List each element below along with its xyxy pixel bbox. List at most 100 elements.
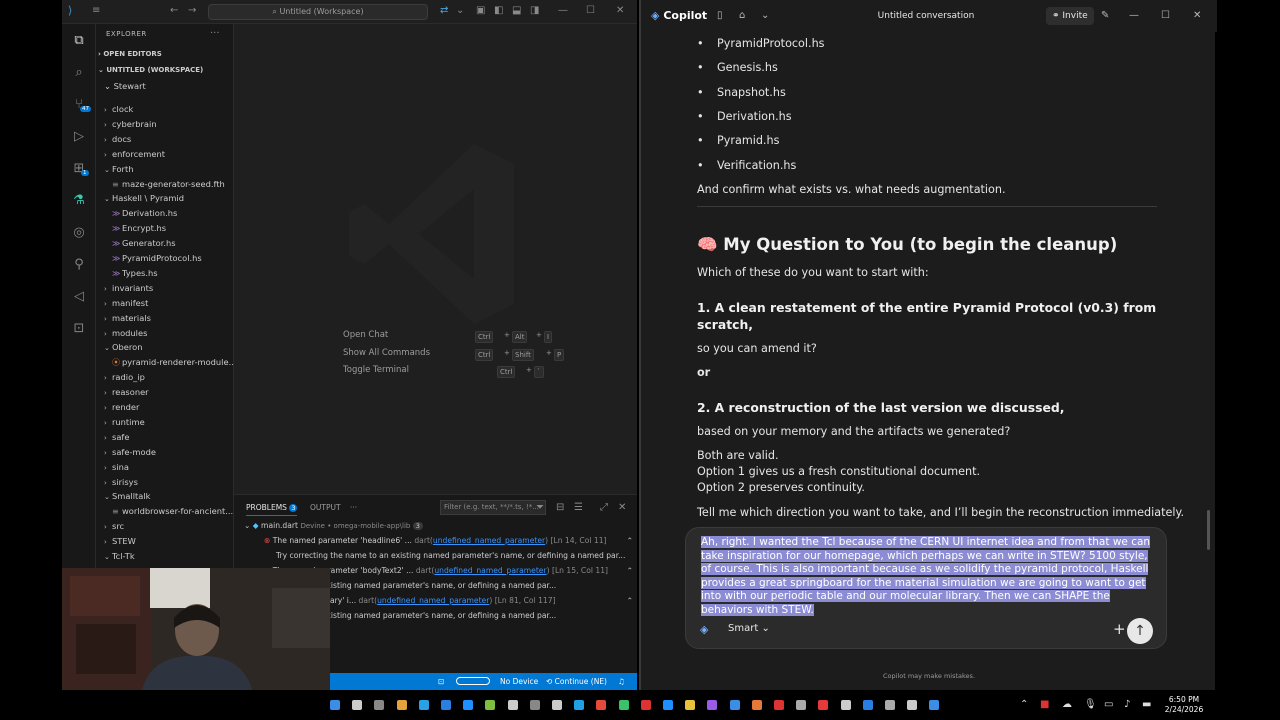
settings-icon[interactable] bbox=[885, 700, 895, 710]
code-icon[interactable] bbox=[840, 700, 851, 710]
testing-icon[interactable]: ⚗ bbox=[70, 192, 88, 210]
volume-icon[interactable]: ♪ bbox=[1124, 699, 1130, 711]
flutter-icon[interactable]: ◁ bbox=[70, 288, 88, 306]
inspector-icon[interactable]: ⊡ bbox=[70, 320, 88, 338]
message-input[interactable]: Ah, right. I wanted the Tcl because of t… bbox=[701, 536, 1151, 618]
microphone-icon[interactable]: 🎙 bbox=[1084, 699, 1097, 711]
tree-folder[interactable]: › modules bbox=[96, 326, 233, 341]
hint-label[interactable]: Toggle Terminal bbox=[343, 365, 409, 375]
battery-icon[interactable]: ▬ bbox=[1142, 699, 1151, 711]
tree-folder[interactable]: › materials bbox=[96, 311, 233, 326]
chevron-up-icon[interactable]: ⌃ bbox=[627, 563, 633, 578]
app-icon[interactable] bbox=[552, 700, 562, 710]
folder-icon[interactable] bbox=[685, 700, 696, 710]
maximize-icon[interactable]: ☐ bbox=[586, 5, 595, 17]
cloud-icon[interactable]: ☁ bbox=[1062, 699, 1072, 711]
excel-icon[interactable] bbox=[618, 700, 629, 710]
scrollbar[interactable] bbox=[1207, 510, 1210, 550]
chevron-up-icon[interactable]: ⌃ bbox=[627, 593, 633, 608]
problem-code-link[interactable]: undefined_named_parameter bbox=[433, 536, 545, 545]
chevron-up-icon[interactable]: ⌃ bbox=[1020, 699, 1028, 711]
run-debug-icon[interactable]: ▷ bbox=[70, 128, 88, 146]
tree-folder[interactable]: › sirisys bbox=[96, 475, 233, 490]
layout-icon[interactable]: ▣ bbox=[476, 5, 485, 17]
app-icon[interactable] bbox=[929, 700, 940, 710]
app-icon[interactable] bbox=[774, 700, 784, 710]
copilot-icon[interactable]: ⇄ bbox=[440, 5, 448, 17]
monitor-icon[interactable]: ▭ bbox=[1104, 699, 1113, 711]
invite-button[interactable]: ⚭ Invite bbox=[1046, 7, 1094, 25]
secondary-sidebar-icon[interactable]: ◨ bbox=[530, 5, 539, 17]
open-editors-section[interactable]: › OPEN EDITORS bbox=[98, 50, 162, 58]
tree-file[interactable]: ≡ worldbrowser-for-ancient... bbox=[96, 504, 233, 519]
close-panel-icon[interactable]: ✕ bbox=[618, 502, 626, 514]
problems-file-row[interactable]: ⌄ ◆ main.dart Devine • omega-mobile-app\… bbox=[234, 518, 637, 533]
chevron-down-icon[interactable]: ⌄ bbox=[761, 10, 769, 22]
gmail-icon[interactable] bbox=[596, 700, 607, 710]
tree-folder[interactable]: › safe bbox=[96, 430, 233, 445]
back-arrow-icon[interactable]: ← bbox=[170, 5, 178, 17]
panel-toggle-icon[interactable]: ⬓ bbox=[512, 5, 521, 17]
tree-file[interactable]: ≫ Derivation.hs bbox=[96, 206, 233, 221]
tab-problems[interactable]: PROBLEMS 3 bbox=[246, 503, 298, 516]
mode-selector[interactable]: Smart ⌄ bbox=[728, 623, 770, 634]
tree-file[interactable]: ≫ Encrypt.hs bbox=[96, 221, 233, 236]
panel-more-icon[interactable]: ··· bbox=[350, 503, 357, 512]
tree-folder[interactable]: › manifest bbox=[96, 296, 233, 311]
app-icon[interactable] bbox=[529, 700, 540, 710]
notifications-icon[interactable]: ♫ bbox=[618, 673, 625, 690]
browser-icon[interactable] bbox=[463, 700, 474, 710]
tree-folder[interactable]: › radio_ip bbox=[96, 370, 233, 385]
problem-hint[interactable]: Try correcting the name to an existing n… bbox=[234, 548, 637, 563]
tree-folder[interactable]: › clock bbox=[96, 102, 233, 117]
more-actions-icon[interactable]: ··· bbox=[210, 28, 220, 40]
tree-folder[interactable]: ⌄ Haskell \ Pyramid bbox=[96, 191, 233, 206]
debug-status[interactable]: ⟲ Continue (NE) bbox=[546, 673, 607, 690]
tree-folder[interactable]: › sina bbox=[96, 460, 233, 475]
tree-folder[interactable]: › reasoner bbox=[96, 385, 233, 400]
tree-folder[interactable]: › invariants bbox=[96, 281, 233, 296]
taskbar-clock[interactable]: 6:50 PM 2/24/2026 bbox=[1160, 695, 1208, 715]
tree-folder[interactable]: › STEW bbox=[96, 534, 233, 549]
tree-folder[interactable]: › runtime bbox=[96, 415, 233, 430]
task-view-icon[interactable] bbox=[374, 700, 385, 710]
collapse-all-icon[interactable]: ⊟ bbox=[556, 502, 564, 514]
filter-icon[interactable]: ⏷ bbox=[536, 502, 544, 514]
tree-file[interactable]: ≫ Types.hs bbox=[96, 266, 233, 281]
menu-icon[interactable]: ≡ bbox=[92, 5, 100, 17]
message-composer[interactable]: Ah, right. I wanted the Tcl because of t… bbox=[685, 527, 1167, 649]
tree-folder[interactable]: ⌄ Oberon bbox=[96, 340, 233, 355]
app-icon[interactable] bbox=[796, 700, 807, 710]
search-icon[interactable] bbox=[352, 700, 363, 710]
store-icon[interactable] bbox=[574, 700, 585, 710]
hint-label[interactable]: Open Chat bbox=[343, 330, 388, 340]
tree-folder[interactable]: › src bbox=[96, 519, 233, 534]
tree-folder[interactable]: › cyberbrain bbox=[96, 117, 233, 132]
new-chat-icon[interactable]: ✎ bbox=[1101, 10, 1109, 22]
root-folder[interactable]: ⌄ Stewart bbox=[104, 81, 146, 91]
problem-item[interactable]: ⊗ The named parameter 'headline6' ... da… bbox=[234, 533, 637, 548]
sidebar-toggle-icon[interactable]: ◧ bbox=[494, 5, 503, 17]
tree-file[interactable]: ≡ maze-generator-seed.fth bbox=[96, 177, 233, 192]
sidebar-icon[interactable]: ▯ bbox=[717, 10, 723, 22]
remote-icon[interactable]: ◎ bbox=[70, 224, 88, 242]
problem-code-link[interactable]: undefined_named_parameter bbox=[434, 566, 546, 575]
shield-icon[interactable] bbox=[729, 700, 740, 710]
chevron-down-icon[interactable]: ⌄ bbox=[456, 5, 464, 17]
widgets-icon[interactable] bbox=[396, 700, 407, 710]
hint-label[interactable]: Show All Commands bbox=[343, 348, 430, 358]
close-icon[interactable]: ✕ bbox=[616, 5, 624, 17]
view-as-list-icon[interactable]: ☰ bbox=[574, 502, 583, 514]
chrome-icon[interactable] bbox=[441, 700, 451, 710]
problems-filter-input[interactable]: Filter (e.g. text, **/*.ts, !*... bbox=[440, 500, 546, 515]
terminal-icon[interactable] bbox=[507, 700, 518, 710]
deploy-icon[interactable]: ⚲ bbox=[70, 256, 88, 274]
media-icon[interactable] bbox=[907, 700, 918, 710]
edge-icon[interactable] bbox=[418, 700, 429, 710]
explorer-icon[interactable]: ⧉ bbox=[70, 32, 88, 50]
tree-folder[interactable]: ⌄ Forth bbox=[96, 162, 233, 177]
tree-file[interactable]: ≫ Generator.hs bbox=[96, 236, 233, 251]
workspace-section[interactable]: ⌄ UNTITLED (WORKSPACE) bbox=[98, 66, 203, 74]
search-icon[interactable]: ⌕ bbox=[70, 64, 88, 82]
tab-output[interactable]: OUTPUT bbox=[310, 503, 341, 512]
